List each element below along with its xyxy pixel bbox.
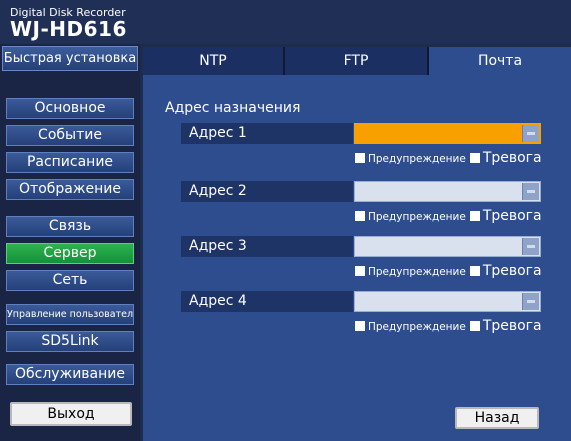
warning-label: Предупреждение: [368, 321, 466, 333]
address-1-dropdown-button[interactable]: [522, 125, 539, 142]
address-4-label: Адрес 4: [181, 291, 353, 312]
sidebar-item-sd5link[interactable]: SD5Link: [6, 331, 134, 352]
tab-ftp[interactable]: FTP: [285, 47, 429, 75]
alarm-label: Тревога: [482, 318, 542, 334]
quick-setup-button[interactable]: Быстрая установка: [2, 46, 138, 71]
address-2-warning-checkbox[interactable]: [355, 211, 365, 221]
address-2-options: Предупреждение Тревога: [355, 208, 542, 224]
warning-label: Предупреждение: [368, 266, 466, 278]
address-1-field[interactable]: [354, 123, 541, 144]
app-window: Digital Disk Recorder WJ-HD616 Быстрая у…: [0, 0, 571, 441]
exit-button[interactable]: Выход: [10, 402, 132, 426]
sidebar-item-event[interactable]: Событие: [6, 125, 134, 146]
address-4-dropdown-button[interactable]: [522, 293, 539, 310]
main-content: NTP FTP Почта Адрес назначения Адрес 1 П…: [143, 47, 571, 441]
address-1-warning-checkbox[interactable]: [355, 153, 365, 163]
alarm-label: Тревога: [482, 263, 542, 279]
tab-ntp[interactable]: NTP: [143, 47, 285, 75]
address-3-warning-checkbox[interactable]: [355, 266, 365, 276]
address-2-field[interactable]: [354, 181, 541, 202]
sidebar-item-display[interactable]: Отображение: [6, 179, 134, 200]
section-title: Адрес назначения: [165, 100, 301, 116]
address-4-warning-checkbox[interactable]: [355, 321, 365, 331]
address-3-alarm-checkbox[interactable]: [469, 266, 480, 276]
sidebar-item-basic[interactable]: Основное: [6, 98, 134, 119]
sidebar-item-maintenance[interactable]: Обслуживание: [6, 364, 134, 385]
address-1-alarm-checkbox[interactable]: [469, 153, 480, 163]
warning-label: Предупреждение: [368, 153, 466, 165]
model-name: WJ-HD616: [10, 17, 127, 41]
sidebar-item-user-management[interactable]: Управление пользователем: [6, 304, 134, 325]
address-1-options: Предупреждение Тревога: [355, 150, 542, 166]
address-4-alarm-checkbox[interactable]: [469, 321, 480, 331]
address-3-label: Адрес 3: [181, 236, 353, 257]
address-1-label: Адрес 1: [181, 123, 353, 144]
sidebar-item-server[interactable]: Сервер: [6, 243, 134, 264]
address-4-options: Предупреждение Тревога: [355, 318, 542, 334]
back-button[interactable]: Назад: [455, 407, 539, 429]
sidebar-item-schedule[interactable]: Расписание: [6, 152, 134, 173]
address-2-label: Адрес 2: [181, 181, 353, 202]
mail-settings-panel: Адрес назначения Адрес 1 Предупреждение Т…: [143, 75, 571, 441]
header: Digital Disk Recorder WJ-HD616: [0, 0, 571, 44]
alarm-label: Тревога: [482, 150, 542, 166]
address-3-field[interactable]: [354, 236, 541, 257]
address-4-field[interactable]: [354, 291, 541, 312]
address-3-options: Предупреждение Тревога: [355, 263, 542, 279]
warning-label: Предупреждение: [368, 211, 466, 223]
address-2-alarm-checkbox[interactable]: [469, 211, 480, 221]
address-3-dropdown-button[interactable]: [522, 238, 539, 255]
address-2-dropdown-button[interactable]: [522, 183, 539, 200]
sidebar-item-network[interactable]: Сеть: [6, 270, 134, 291]
alarm-label: Тревога: [482, 208, 542, 224]
tab-mail[interactable]: Почта: [429, 47, 571, 75]
sidebar-item-communication[interactable]: Связь: [6, 216, 134, 237]
